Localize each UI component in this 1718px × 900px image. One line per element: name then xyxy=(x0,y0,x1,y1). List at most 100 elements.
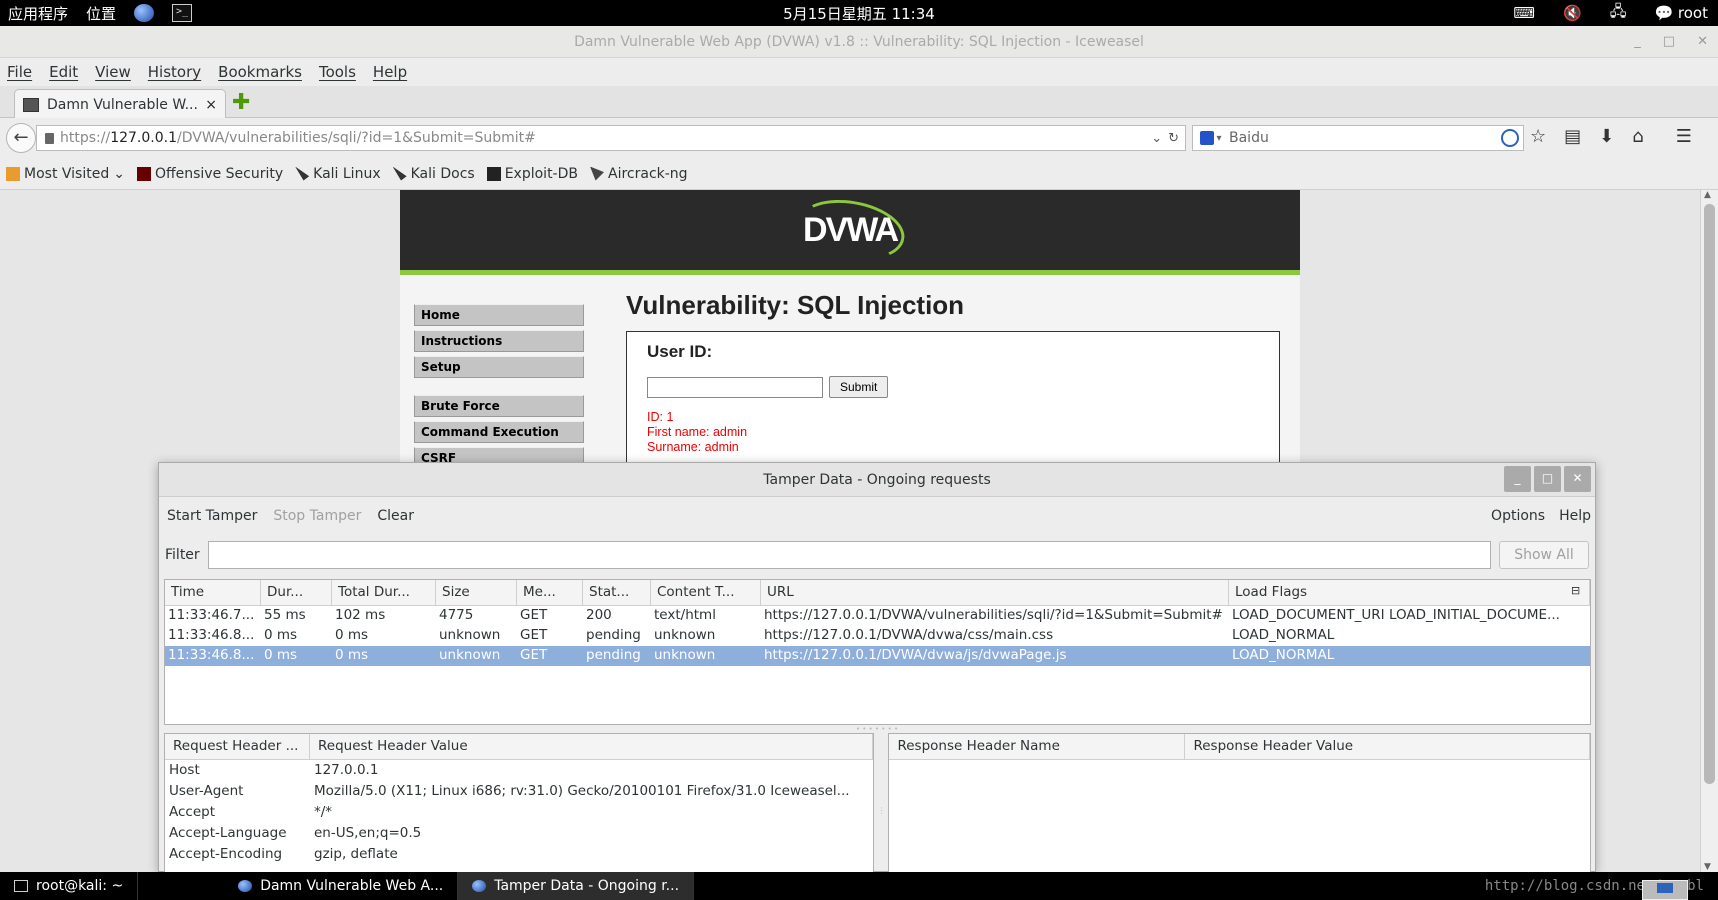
submit-button[interactable]: Submit xyxy=(829,376,889,398)
tamper-toolbar: Start Tamper Stop Tamper Clear Options H… xyxy=(159,497,1595,535)
task-iceweasel[interactable]: Damn Vulnerable Web A... xyxy=(138,872,459,900)
workspace-thumbnail-icon xyxy=(1657,883,1673,893)
terminal-launcher-icon[interactable]: >_ xyxy=(172,4,193,22)
tamper-maximize-icon[interactable]: □ xyxy=(1534,466,1561,492)
scroll-up-icon[interactable]: ▲ xyxy=(1704,190,1711,200)
header-name: Accept-Encoding xyxy=(169,846,283,862)
clear-button[interactable]: Clear xyxy=(377,508,414,524)
navigation-bar: ← https://127.0.0.1/DVWA/vulnerabilities… xyxy=(0,118,1718,158)
search-bar[interactable]: ▾ Baidu xyxy=(1192,125,1524,151)
new-tab-icon[interactable]: ✚ xyxy=(232,92,252,114)
clock[interactable]: 5月15日星期五 11:34 xyxy=(0,3,1718,24)
stop-tamper-button[interactable]: Stop Tamper xyxy=(273,508,361,524)
bookmark-kali-docs[interactable]: Kali Docs xyxy=(392,166,475,182)
hamburger-menu-icon[interactable]: ☰ xyxy=(1676,126,1692,147)
volume-muted-icon[interactable]: 🔇 xyxy=(1563,4,1582,22)
tab-dvwa[interactable]: Damn Vulnerable W... × xyxy=(14,89,226,119)
bookmark-kali-linux[interactable]: Kali Linux xyxy=(295,166,381,182)
dvwa-menu-command-execution[interactable]: Command Execution xyxy=(414,421,584,443)
table-row[interactable]: 11:33:46.7... 55 ms 102 ms 4775 GET 200 … xyxy=(165,606,1590,626)
col-duration[interactable]: Dur... xyxy=(261,580,332,605)
tab-close-icon[interactable]: × xyxy=(205,97,217,113)
table-row[interactable]: Accept-Language en-US,en;q=0.5 xyxy=(165,823,873,844)
col-method[interactable]: Me... xyxy=(517,580,583,605)
show-all-button[interactable]: Show All xyxy=(1499,541,1589,569)
menu-file[interactable]: File xyxy=(7,63,32,81)
help-button[interactable]: Help xyxy=(1559,508,1591,524)
downloads-icon[interactable]: ⬇ xyxy=(1599,126,1614,147)
reload-icon[interactable]: ↻ xyxy=(1168,131,1179,146)
user-menu[interactable]: 💬 root xyxy=(1654,4,1708,22)
minimize-icon[interactable]: _ xyxy=(1634,34,1641,49)
col-response-header-value[interactable]: Response Header Value xyxy=(1185,734,1590,759)
tamper-close-icon[interactable]: ✕ xyxy=(1564,466,1591,492)
dvwa-menu-instructions[interactable]: Instructions xyxy=(414,330,584,352)
search-icon[interactable] xyxy=(1501,129,1519,147)
table-row[interactable]: Host 127.0.0.1 xyxy=(165,760,873,781)
options-button[interactable]: Options xyxy=(1491,508,1545,524)
col-load-flags[interactable]: Load Flags ⊟ xyxy=(1229,580,1590,605)
filter-input[interactable] xyxy=(207,541,1491,569)
col-time[interactable]: Time xyxy=(165,580,261,605)
col-size[interactable]: Size xyxy=(436,580,517,605)
col-content-type[interactable]: Content T... xyxy=(651,580,761,605)
table-row[interactable]: Accept-Encoding gzip, deflate xyxy=(165,844,873,865)
home-icon[interactable]: ⌂ xyxy=(1632,126,1643,147)
col-url[interactable]: URL xyxy=(761,580,1229,605)
table-row[interactable]: 11:33:46.8... 0 ms 0 ms unknown GET pend… xyxy=(165,626,1590,646)
task-label: Damn Vulnerable Web A... xyxy=(260,878,444,894)
table-row[interactable]: Accept */* xyxy=(165,802,873,823)
cell: GET xyxy=(520,627,548,643)
col-total-duration[interactable]: Total Dur... xyxy=(332,580,436,605)
bookmark-offensive-security[interactable]: Offensive Security xyxy=(136,166,283,182)
menu-bookmarks[interactable]: Bookmarks xyxy=(218,63,302,81)
places-menu[interactable]: 位置 xyxy=(86,3,116,24)
url-history-dropdown-icon[interactable]: ⌄ xyxy=(1151,131,1162,146)
menu-edit[interactable]: Edit xyxy=(49,63,78,81)
workspace-switcher[interactable] xyxy=(1642,880,1688,900)
bookmark-exploit-db[interactable]: Exploit-DB xyxy=(486,166,578,182)
bookmark-star-icon[interactable]: ☆ xyxy=(1530,126,1546,147)
close-icon[interactable]: ✕ xyxy=(1697,34,1708,49)
user-id-input[interactable] xyxy=(647,376,823,398)
col-response-header-name[interactable]: Response Header Name xyxy=(889,734,1186,759)
network-icon[interactable]: 🖧 xyxy=(1610,1,1627,26)
col-status[interactable]: Stat... xyxy=(583,580,651,605)
search-engine-selector[interactable]: ▾ xyxy=(1193,126,1229,150)
page-scrollbar[interactable]: ▲ ▼ xyxy=(1700,190,1718,872)
task-tamper-data[interactable]: Tamper Data - Ongoing r... xyxy=(458,872,695,900)
bookmark-most-visited[interactable]: Most Visited ⌄ xyxy=(6,166,125,182)
keyboard-icon[interactable]: ⌨ xyxy=(1513,4,1535,22)
scrollbar-thumb[interactable] xyxy=(1704,204,1715,784)
menu-tools[interactable]: Tools xyxy=(319,63,356,81)
menu-history[interactable]: History xyxy=(148,63,201,81)
start-tamper-button[interactable]: Start Tamper xyxy=(167,508,257,524)
column-picker-icon[interactable]: ⊟ xyxy=(1571,584,1585,598)
scroll-down-icon[interactable]: ▼ xyxy=(1704,862,1711,872)
bookmark-label: Most Visited xyxy=(24,165,110,182)
horizontal-splitter[interactable]: • • • • • • • xyxy=(159,725,1595,733)
col-request-header-name[interactable]: Request Header ... xyxy=(165,734,310,759)
col-request-header-value[interactable]: Request Header Value xyxy=(310,734,874,759)
table-row-selected[interactable]: 11:33:46.8... 0 ms 0 ms unknown GET pend… xyxy=(165,646,1590,666)
dvwa-menu-setup[interactable]: Setup xyxy=(414,356,584,378)
dvwa-menu-home[interactable]: Home xyxy=(414,304,584,326)
baidu-icon xyxy=(1200,131,1215,145)
table-row[interactable]: User-Agent Mozilla/5.0 (X11; Linux i686;… xyxy=(165,781,873,802)
iceweasel-launcher-icon[interactable] xyxy=(134,4,155,22)
menu-help[interactable]: Help xyxy=(373,63,407,81)
lock-icon[interactable] xyxy=(45,132,54,144)
back-button[interactable]: ← xyxy=(6,123,36,153)
filter-label: Filter xyxy=(165,547,200,563)
tamper-minimize-icon[interactable]: _ xyxy=(1504,466,1531,492)
applications-menu[interactable]: 应用程序 xyxy=(8,3,68,24)
dvwa-menu-brute-force[interactable]: Brute Force xyxy=(414,395,584,417)
bookmark-aircrack-ng[interactable]: Aircrack-ng xyxy=(590,166,688,182)
url-bar[interactable]: https://127.0.0.1/DVWA/vulnerabilities/s… xyxy=(36,125,1186,151)
maximize-icon[interactable]: □ xyxy=(1663,34,1675,49)
vertical-splitter[interactable]: ⋮ xyxy=(877,733,885,887)
task-terminal[interactable]: root@kali: ~ xyxy=(0,872,139,900)
dvwa-sidebar: Home Instructions Setup Brute Force Comm… xyxy=(414,304,584,473)
menu-view[interactable]: View xyxy=(95,63,131,81)
reading-list-icon[interactable]: ▤ xyxy=(1564,126,1581,147)
